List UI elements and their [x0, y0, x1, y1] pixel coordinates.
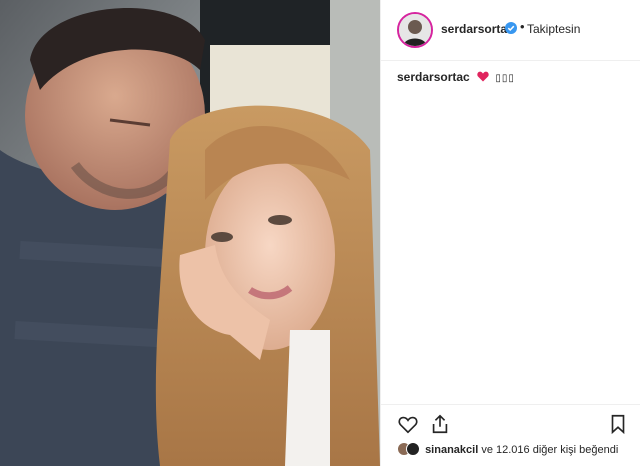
- heart-icon[interactable]: [397, 413, 419, 435]
- bookmark-icon[interactable]: [607, 413, 629, 435]
- share-icon[interactable]: [429, 413, 451, 435]
- likes-summary: sinanakcil ve 12.016 diğer kişi beğendi: [397, 442, 618, 456]
- header-username[interactable]: serdarsortac: [441, 22, 514, 36]
- post-caption: serdarsortac ▯▯▯: [397, 70, 515, 84]
- follow-status-button[interactable]: Takiptesin: [527, 22, 580, 36]
- verified-badge-icon: [505, 22, 517, 34]
- post-header: serdarsortac • Takiptesin: [381, 0, 640, 61]
- post-sidebar: serdarsortac • Takiptesin serdarsortac ▯…: [380, 0, 640, 466]
- separator-dot: •: [520, 19, 525, 34]
- liked-by-username[interactable]: sinanakcil: [425, 444, 478, 456]
- liked-by-text[interactable]: ve 12.016 diğer kişi beğendi: [481, 444, 618, 456]
- caption-username[interactable]: serdarsortac: [397, 70, 470, 84]
- action-bar: [381, 404, 640, 439]
- avatar[interactable]: [397, 12, 433, 48]
- heart-emoji-icon: [477, 71, 489, 82]
- liker-avatar: [406, 442, 420, 456]
- post-photo[interactable]: [0, 0, 380, 466]
- caption-emoji-placeholders: ▯▯▯: [495, 73, 515, 84]
